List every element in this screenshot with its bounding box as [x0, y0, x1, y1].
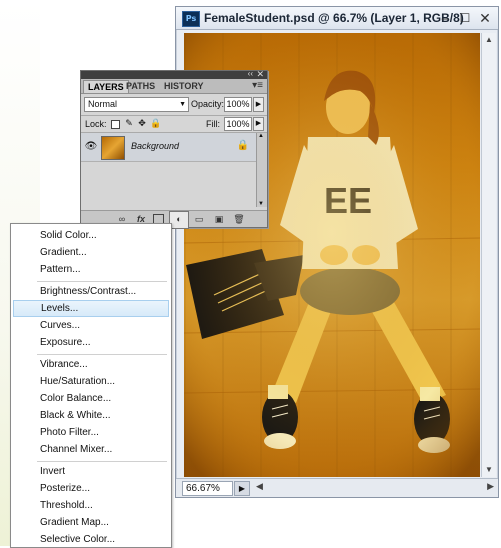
lock-transparency-icon[interactable] [111, 120, 120, 129]
opacity-label: Opacity: [191, 99, 225, 109]
panel-menu-icon[interactable]: ▾≡ [252, 80, 263, 91]
scroll-up-arrow-icon[interactable]: ▲ [258, 133, 264, 139]
tab-history[interactable]: HISTORY [160, 80, 208, 92]
scroll-down-arrow-icon[interactable]: ▼ [258, 201, 264, 207]
menu-item-hue-saturation[interactable]: Hue/Saturation... [13, 373, 169, 390]
maximize-button[interactable]: ☐ [456, 9, 474, 27]
visibility-eye-icon[interactable]: 👁 [84, 141, 98, 153]
document-vertical-scrollbar[interactable]: ▲ ▼ [481, 33, 496, 477]
close-button[interactable]: ✕ [476, 9, 494, 27]
menu-item-levels[interactable]: Levels... [13, 300, 169, 317]
fill-label: Fill: [206, 119, 220, 129]
scroll-left-arrow-icon[interactable]: ◀ [256, 481, 263, 492]
opacity-input[interactable]: 100% [224, 97, 252, 112]
blend-mode-select[interactable]: Normal ▼ [84, 97, 189, 112]
zoom-level-field[interactable]: 66.67% [182, 481, 233, 496]
menu-item-invert[interactable]: Invert [13, 463, 169, 480]
new-layer-icon[interactable]: ▣ [213, 213, 225, 225]
menu-item-pattern[interactable]: Pattern... [13, 261, 169, 278]
layer-row-background[interactable]: 👁 Background 🔒 [81, 133, 257, 162]
layer-lock-icon: 🔒 [236, 140, 249, 151]
menu-item-black-white[interactable]: Black & White... [13, 407, 169, 424]
menu-item-gradient[interactable]: Gradient... [13, 244, 169, 261]
menu-item-vibrance[interactable]: Vibrance... [13, 356, 169, 373]
menu-item-gradient-map[interactable]: Gradient Map... [13, 514, 169, 531]
new-adjustment-layer-icon[interactable]: ◐ [173, 213, 185, 225]
menu-separator [37, 461, 167, 462]
menu-item-curves[interactable]: Curves... [13, 317, 169, 334]
lock-all-icon[interactable]: 🔒 [150, 118, 161, 128]
lock-position-icon[interactable]: ✥ [137, 118, 147, 128]
layer-thumbnail [101, 136, 125, 160]
document-titlebar[interactable]: Ps FemaleStudent.psd @ 66.7% (Layer 1, R… [176, 7, 498, 30]
tab-paths[interactable]: PATHS [122, 80, 159, 92]
menu-item-brightness-contrast[interactable]: Brightness/Contrast... [13, 283, 169, 300]
scroll-up-arrow-icon[interactable]: ▲ [482, 33, 496, 47]
blend-mode-value: Normal [88, 99, 118, 109]
status-info-button[interactable]: ▶ [234, 481, 250, 496]
menu-item-selective-color[interactable]: Selective Color... [13, 531, 169, 548]
layers-panel: ‹‹ ✕ LAYERS PATHS HISTORY ▾≡ Normal ▼ Op… [80, 69, 268, 229]
layers-list-empty-area [81, 162, 257, 206]
menu-item-posterize[interactable]: Posterize... [13, 480, 169, 497]
menu-item-photo-filter[interactable]: Photo Filter... [13, 424, 169, 441]
menu-item-exposure[interactable]: Exposure... [13, 334, 169, 351]
delete-layer-trash-icon[interactable]: 🗑 [233, 213, 245, 225]
minimize-button[interactable]: – [436, 9, 454, 27]
collapse-panel-icon[interactable]: ‹‹ [248, 69, 253, 78]
fill-input[interactable]: 100% [224, 117, 252, 131]
menu-item-threshold[interactable]: Threshold... [13, 497, 169, 514]
menu-separator [37, 354, 167, 355]
document-status-bar: 66.67% ▶ ◀ ▶ [176, 478, 498, 497]
photoshop-logo-icon: Ps [182, 11, 200, 27]
fill-slider-arrow-icon[interactable]: ▶ [253, 117, 264, 131]
new-group-folder-icon[interactable]: ▭ [193, 213, 205, 225]
panel-tab-bar: LAYERS PATHS HISTORY ▾≡ [81, 79, 267, 94]
adjustment-layer-menu: Solid Color... Gradient... Pattern... Br… [10, 223, 172, 548]
panel-header-bar[interactable]: ‹‹ ✕ [81, 69, 267, 79]
dropdown-caret-icon: ▼ [179, 101, 186, 108]
lock-label: Lock: [85, 119, 107, 129]
menu-item-color-balance[interactable]: Color Balance... [13, 390, 169, 407]
menu-item-solid-color[interactable]: Solid Color... [13, 227, 169, 244]
scroll-down-arrow-icon[interactable]: ▼ [482, 463, 496, 477]
menu-separator [37, 281, 167, 282]
scroll-right-arrow-icon[interactable]: ▶ [487, 481, 494, 492]
document-title: FemaleStudent.psd @ 66.7% (Layer 1, RGB/… [204, 11, 464, 25]
lock-pixels-icon[interactable]: ✎ [124, 118, 134, 128]
opacity-slider-arrow-icon[interactable]: ▶ [253, 97, 264, 112]
layer-name: Background [131, 141, 180, 151]
lock-row: Lock: ✎ ✥ 🔒 Fill: 100% ▶ [81, 115, 267, 133]
menu-item-channel-mixer[interactable]: Channel Mixer... [13, 441, 169, 458]
layers-scrollbar[interactable]: ▲ ▼ [256, 133, 267, 207]
